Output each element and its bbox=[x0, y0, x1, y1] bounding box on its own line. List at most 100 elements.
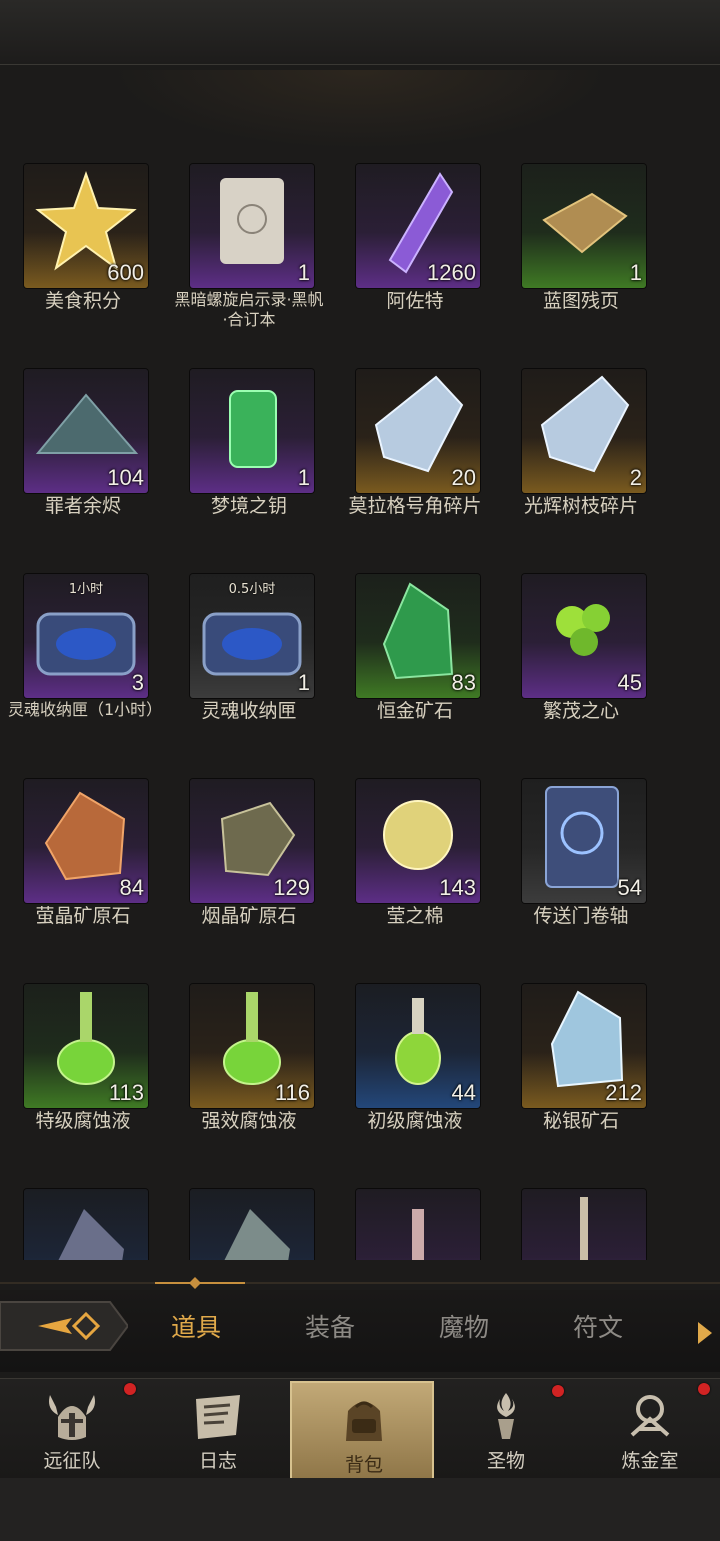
item-quantity: 20 bbox=[451, 465, 476, 490]
inventory-item[interactable]: 1 梦境之钥 bbox=[166, 355, 332, 560]
item-name: 蓝图残页 bbox=[542, 290, 619, 312]
item-tile[interactable]: 116 bbox=[190, 984, 314, 1108]
item-tile[interactable]: 20 bbox=[356, 369, 480, 493]
item-tile[interactable]: 83 bbox=[356, 574, 480, 698]
item-name: 灵魂收纳匣 bbox=[201, 700, 297, 722]
inventory-item[interactable]: 84 萤晶矿原石 bbox=[0, 765, 166, 970]
item-tile[interactable]: 1260 bbox=[356, 164, 480, 288]
item-name: 恒金矿石 bbox=[376, 700, 453, 722]
nav-relics-label: 圣物 bbox=[486, 1450, 525, 1472]
item-tile[interactable]: 84 bbox=[24, 779, 148, 903]
item-quantity: 45 bbox=[617, 670, 642, 695]
item-tile[interactable]: 54 bbox=[522, 779, 646, 903]
item-tile[interactable] bbox=[24, 1189, 148, 1260]
item-timer: 1小时 bbox=[68, 582, 104, 597]
item-quantity: 104 bbox=[107, 465, 144, 490]
notification-badge bbox=[698, 1383, 710, 1395]
nav-alchemy[interactable]: 炼金室 bbox=[578, 1379, 720, 1479]
inventory-item[interactable]: 129 烟晶矿原石 bbox=[166, 765, 332, 970]
item-name: 强效腐蚀液 bbox=[201, 1110, 297, 1132]
inventory-item[interactable]: 0.5小时 1 灵魂收纳匣 bbox=[166, 560, 332, 765]
inventory-item[interactable]: 45 繁茂之心 bbox=[498, 560, 664, 765]
tab-equipment[interactable]: 装备 bbox=[270, 1308, 390, 1344]
item-tile[interactable]: 2 bbox=[522, 369, 646, 493]
inventory-item[interactable]: 143 莹之棉 bbox=[332, 765, 498, 970]
nav-alchemy-label: 炼金室 bbox=[621, 1450, 679, 1472]
tab-items[interactable]: 道具 bbox=[136, 1308, 256, 1344]
item-quantity: 129 bbox=[273, 875, 310, 900]
item-name: 烟晶矿原石 bbox=[201, 905, 297, 927]
red-potion-icon bbox=[412, 1209, 424, 1260]
inventory-item[interactable] bbox=[332, 1175, 498, 1260]
tab-runes[interactable]: 符文 bbox=[538, 1308, 658, 1344]
gray-ore-icon bbox=[224, 1209, 290, 1260]
notification-badge bbox=[552, 1385, 564, 1397]
inventory-item[interactable]: 113 特级腐蚀液 bbox=[0, 970, 166, 1175]
inventory-item[interactable]: 2 光辉树枝碎片 bbox=[498, 355, 664, 560]
footer-bar bbox=[0, 1478, 720, 1541]
bottom-navigation: 远征队 日志 背包 圣物 炼金室 bbox=[0, 1378, 720, 1481]
alchemy-icon bbox=[630, 1395, 670, 1437]
nav-expedition[interactable]: 远征队 bbox=[0, 1379, 144, 1479]
inventory-item[interactable]: 83 恒金矿石 bbox=[332, 560, 498, 765]
item-quantity: 84 bbox=[119, 875, 144, 900]
inventory-item[interactable]: 104 罪者余烬 bbox=[0, 355, 166, 560]
item-tile[interactable]: 143 bbox=[356, 779, 480, 903]
inventory-item[interactable]: 54 传送门卷轴 bbox=[498, 765, 664, 970]
item-name: 阿佐特 bbox=[386, 290, 444, 312]
inventory-item[interactable]: 1260 阿佐特 bbox=[332, 150, 498, 355]
item-tile[interactable]: 44 bbox=[356, 984, 480, 1108]
item-quantity: 113 bbox=[108, 1080, 144, 1105]
item-name: 黑暗螺旋启示录·黑帆·合订本 bbox=[174, 290, 324, 329]
item-quantity: 44 bbox=[451, 1080, 476, 1105]
item-tile[interactable]: 212 bbox=[522, 984, 646, 1108]
item-quantity: 1 bbox=[297, 465, 310, 490]
item-quantity: 143 bbox=[439, 875, 476, 900]
inventory-item[interactable]: 20 莫拉格号角碎片 bbox=[332, 355, 498, 560]
nav-relics[interactable]: 圣物 bbox=[434, 1379, 578, 1479]
inventory-item[interactable]: 116 强效腐蚀液 bbox=[166, 970, 332, 1175]
inventory-item[interactable] bbox=[0, 1175, 166, 1260]
item-tile[interactable]: 104 bbox=[24, 369, 148, 493]
inventory-item[interactable]: 1 蓝图残页 bbox=[498, 150, 664, 355]
inventory-grid: 600 美食积分 1 黑暗螺旋启示录·黑帆·合订本 1260 阿佐特 1 蓝图残页 104 罪者余… bbox=[0, 150, 720, 1260]
item-tile[interactable]: 113 bbox=[24, 984, 148, 1108]
nav-backpack[interactable]: 背包 bbox=[290, 1381, 434, 1481]
item-quantity: 116 bbox=[274, 1080, 310, 1105]
back-arrow-icon[interactable] bbox=[0, 1296, 128, 1356]
item-tile[interactable]: 1 bbox=[522, 164, 646, 288]
nav-journal-label: 日志 bbox=[198, 1450, 237, 1472]
item-quantity: 1260 bbox=[427, 260, 476, 285]
inventory-item[interactable]: 212 秘银矿石 bbox=[498, 970, 664, 1175]
divider-line bbox=[0, 1277, 720, 1289]
inventory-item[interactable] bbox=[166, 1175, 332, 1260]
inventory-item[interactable]: 600 美食积分 bbox=[0, 150, 166, 355]
item-quantity: 212 bbox=[605, 1080, 642, 1105]
inventory-item[interactable] bbox=[498, 1175, 664, 1260]
item-tile[interactable] bbox=[190, 1189, 314, 1260]
inventory-item[interactable]: 1 黑暗螺旋启示录·黑帆·合订本 bbox=[166, 150, 332, 355]
item-quantity: 83 bbox=[451, 670, 476, 695]
item-tile[interactable]: 1 bbox=[190, 369, 314, 493]
item-tile[interactable] bbox=[356, 1189, 480, 1260]
item-tile[interactable] bbox=[522, 1189, 646, 1260]
tab-monsters[interactable]: 魔物 bbox=[404, 1308, 524, 1344]
item-name: 秘银矿石 bbox=[542, 1110, 619, 1132]
inventory-item[interactable]: 44 初级腐蚀液 bbox=[332, 970, 498, 1175]
item-tile[interactable]: 1 bbox=[190, 164, 314, 288]
item-name: 莹之棉 bbox=[386, 905, 444, 927]
inventory-item[interactable]: 1小时 3 灵魂收纳匣（1小时） bbox=[0, 560, 166, 765]
top-bar bbox=[0, 0, 720, 65]
item-tile[interactable]: 0.5小时 1 bbox=[190, 574, 314, 698]
nav-journal[interactable]: 日志 bbox=[146, 1379, 290, 1479]
ice-shard-icon bbox=[540, 375, 630, 473]
next-tab-arrow-icon[interactable] bbox=[698, 1322, 712, 1344]
item-tile[interactable]: 45 bbox=[522, 574, 646, 698]
item-tile[interactable]: 600 bbox=[24, 164, 148, 288]
item-tile[interactable]: 129 bbox=[190, 779, 314, 903]
item-quantity: 1 bbox=[297, 260, 310, 285]
nav-backpack-label: 背包 bbox=[344, 1454, 383, 1476]
notification-badge bbox=[124, 1383, 136, 1395]
journal-icon bbox=[196, 1395, 240, 1439]
item-tile[interactable]: 1小时 3 bbox=[24, 574, 148, 698]
